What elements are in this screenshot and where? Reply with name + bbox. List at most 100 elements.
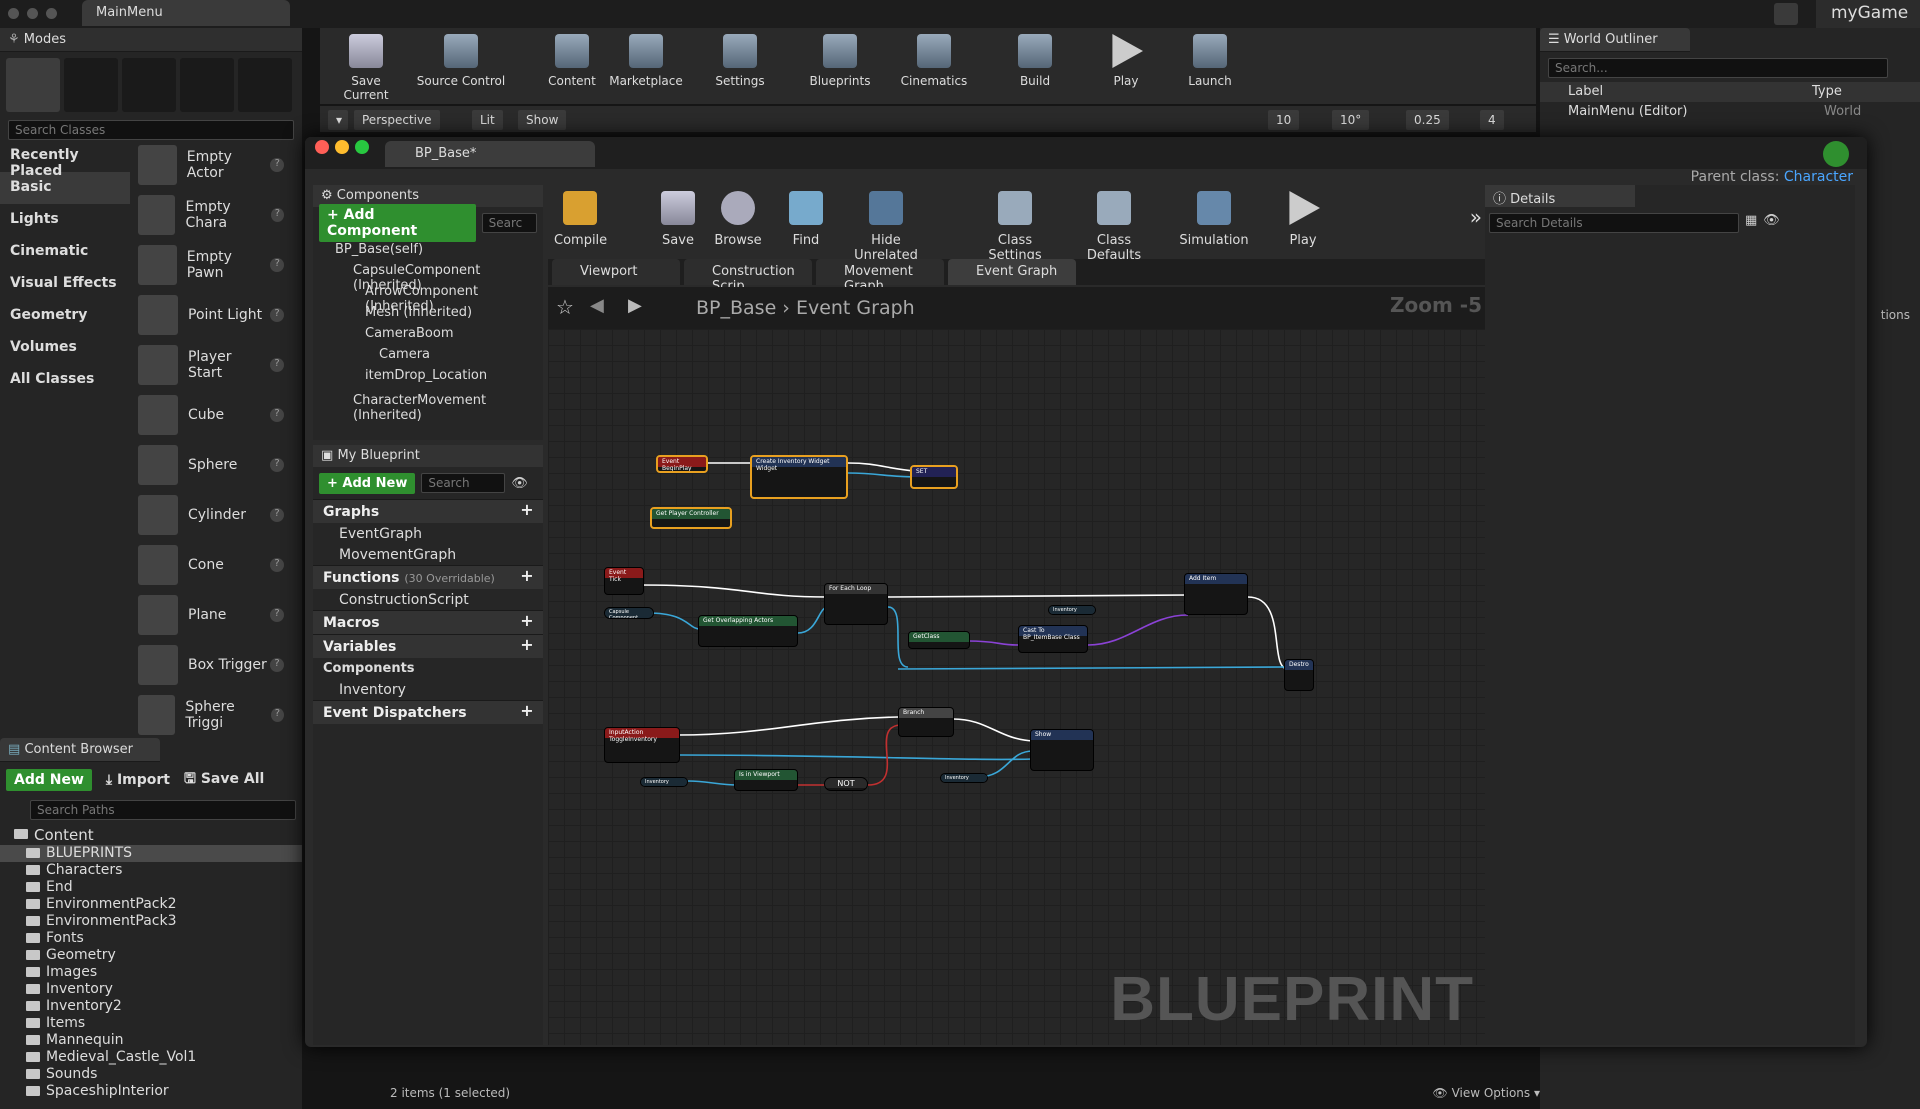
- close-window-icon[interactable]: [315, 140, 329, 154]
- function-item[interactable]: ConstructionScript: [313, 589, 543, 610]
- my-blueprint-tab[interactable]: ▣ My Blueprint: [313, 445, 543, 467]
- input-action-node[interactable]: InputAction ToggleInventory: [604, 727, 680, 763]
- help-icon[interactable]: ?: [270, 358, 285, 372]
- tab-movement-graph[interactable]: Movement Graph: [816, 259, 944, 294]
- category-recently-placed[interactable]: Recently Placed: [0, 140, 130, 179]
- eye-icon[interactable]: 👁: [1763, 213, 1780, 233]
- tab-event-graph[interactable]: Event Graph: [948, 259, 1076, 285]
- destroy-actor-node[interactable]: Destro: [1284, 659, 1314, 691]
- get-overlapping-actors-node[interactable]: Get Overlapping Actors: [698, 615, 798, 647]
- show-button[interactable]: Show: [518, 110, 567, 130]
- category-lights[interactable]: Lights: [0, 204, 130, 236]
- folder-item[interactable]: EnvironmentPack3: [0, 913, 302, 930]
- inventory-var-node[interactable]: Inventory: [640, 777, 688, 787]
- add-macro-icon[interactable]: +: [519, 613, 535, 630]
- search-paths-input[interactable]: Search Paths: [30, 800, 296, 820]
- details-tab[interactable]: ⓘ Details: [1485, 185, 1635, 207]
- is-in-viewport-node[interactable]: Is in Viewport: [734, 769, 798, 791]
- folder-item[interactable]: Geometry: [0, 947, 302, 964]
- cast-node[interactable]: Cast To BP_ItemBase Class: [1018, 625, 1088, 653]
- grid-view-icon[interactable]: ▦: [1745, 213, 1757, 233]
- component-item[interactable]: ArrowComponent (Inherited): [313, 281, 543, 314]
- bp-play-button[interactable]: Play: [1278, 191, 1328, 248]
- details-search-input[interactable]: Search Details: [1489, 213, 1739, 233]
- breadcrumb-root[interactable]: BP_Base: [696, 297, 776, 319]
- help-icon[interactable]: ?: [270, 158, 284, 172]
- for-each-loop-node[interactable]: For Each Loop: [824, 583, 888, 625]
- folder-item[interactable]: BLUEPRINTS: [0, 845, 302, 862]
- import-button[interactable]: ⤓ Import: [106, 772, 170, 788]
- category-cinematic[interactable]: Cinematic: [0, 236, 130, 268]
- folder-item[interactable]: Fonts: [0, 930, 302, 947]
- components-search-input[interactable]: Searc: [481, 213, 537, 233]
- outliner-view-options[interactable]: tions: [1881, 308, 1910, 322]
- folder-item[interactable]: Inventory: [0, 981, 302, 998]
- add-variable-icon[interactable]: +: [519, 637, 535, 654]
- cinematics-button[interactable]: Cinematics: [898, 34, 970, 88]
- get-player-controller-node[interactable]: Get Player Controller: [650, 507, 732, 529]
- place-item[interactable]: Player Start?: [134, 340, 294, 390]
- outliner-row[interactable]: MainMenu (Editor) World: [1540, 102, 1920, 122]
- help-icon[interactable]: ?: [270, 708, 284, 722]
- folder-item[interactable]: Sounds: [0, 1066, 302, 1083]
- simulation-button[interactable]: Simulation: [1174, 191, 1254, 248]
- bp-save-button[interactable]: Save: [658, 191, 698, 248]
- component-item[interactable]: CapsuleComponent (Inherited): [313, 260, 543, 293]
- graph-item[interactable]: EventGraph: [313, 523, 543, 544]
- my-blueprint-search-input[interactable]: Search: [421, 473, 506, 493]
- folder-item[interactable]: Characters: [0, 862, 302, 879]
- outliner-search-input[interactable]: Search...: [1548, 58, 1888, 78]
- help-icon[interactable]: ?: [270, 608, 284, 622]
- launch-button[interactable]: Launch: [1180, 34, 1240, 88]
- toolbar-overflow-icon[interactable]: »: [1470, 205, 1482, 229]
- help-icon[interactable]: ?: [270, 308, 284, 322]
- folder-item[interactable]: SpaceshipInterior: [0, 1083, 302, 1100]
- event-tick-node[interactable]: Event Tick: [604, 567, 644, 595]
- place-item[interactable]: Box Trigger?: [134, 640, 294, 690]
- folder-item[interactable]: EnvironmentPack2: [0, 896, 302, 913]
- breadcrumb-leaf[interactable]: Event Graph: [796, 297, 915, 319]
- component-item[interactable]: CameraBoom: [313, 323, 543, 344]
- marketplace-button[interactable]: Marketplace: [608, 34, 684, 88]
- build-button[interactable]: Build: [1010, 34, 1060, 88]
- add-component-button[interactable]: + Add Component: [319, 204, 476, 242]
- help-icon[interactable]: ?: [270, 458, 284, 472]
- label-column-header[interactable]: Label: [1568, 84, 1812, 102]
- hide-unrelated-button[interactable]: Hide Unrelated: [838, 191, 934, 263]
- back-arrow-icon[interactable]: ◀: [590, 295, 604, 316]
- place-item[interactable]: Empty Chara?: [134, 190, 294, 240]
- folder-item[interactable]: Images: [0, 964, 302, 981]
- camera-speed-value[interactable]: 4: [1480, 110, 1504, 130]
- world-outliner-tab[interactable]: ☰ World Outliner: [1540, 28, 1690, 52]
- help-icon[interactable]: ?: [270, 258, 284, 272]
- perspective-button[interactable]: Perspective: [354, 110, 440, 130]
- class-defaults-button[interactable]: Class Defaults: [1068, 191, 1160, 263]
- save-all-button[interactable]: 🖫 Save All: [184, 768, 264, 792]
- place-item[interactable]: Cylinder?: [134, 490, 294, 540]
- help-icon[interactable]: ?: [270, 408, 284, 422]
- save-current-button[interactable]: Save Current: [328, 34, 404, 102]
- blueprints-button[interactable]: Blueprints: [804, 34, 876, 88]
- add-item-node[interactable]: Add Item: [1184, 573, 1248, 615]
- not-node[interactable]: NOT: [824, 777, 868, 791]
- category-volumes[interactable]: Volumes: [0, 332, 130, 364]
- lit-button[interactable]: Lit: [472, 110, 503, 130]
- folder-item[interactable]: End: [0, 879, 302, 896]
- place-item[interactable]: Empty Pawn?: [134, 240, 294, 290]
- component-item[interactable]: Mesh (Inherited): [313, 302, 543, 323]
- place-item[interactable]: Point Light?: [134, 290, 294, 340]
- source-control-button[interactable]: Source Control: [416, 34, 506, 88]
- place-item[interactable]: Cone?: [134, 540, 294, 590]
- landscape-mode-icon[interactable]: [122, 58, 176, 112]
- content-root[interactable]: Content: [0, 826, 302, 845]
- favorite-star-icon[interactable]: ☆: [556, 295, 574, 319]
- minimize-window-icon[interactable]: [335, 140, 349, 154]
- graphs-section[interactable]: Graphs +: [313, 499, 543, 523]
- functions-section[interactable]: Functions (30 Overridable) +: [313, 565, 543, 589]
- viewport-menu-button[interactable]: ▾: [328, 110, 348, 130]
- category-visual-effects[interactable]: Visual Effects: [0, 268, 130, 300]
- graph-item[interactable]: MovementGraph: [313, 544, 543, 565]
- create-widget-node[interactable]: Create Inventory Widget Widget: [750, 455, 848, 499]
- folder-item[interactable]: Mannequin: [0, 1032, 302, 1049]
- bp-base-tab[interactable]: BP_Base*: [385, 141, 595, 167]
